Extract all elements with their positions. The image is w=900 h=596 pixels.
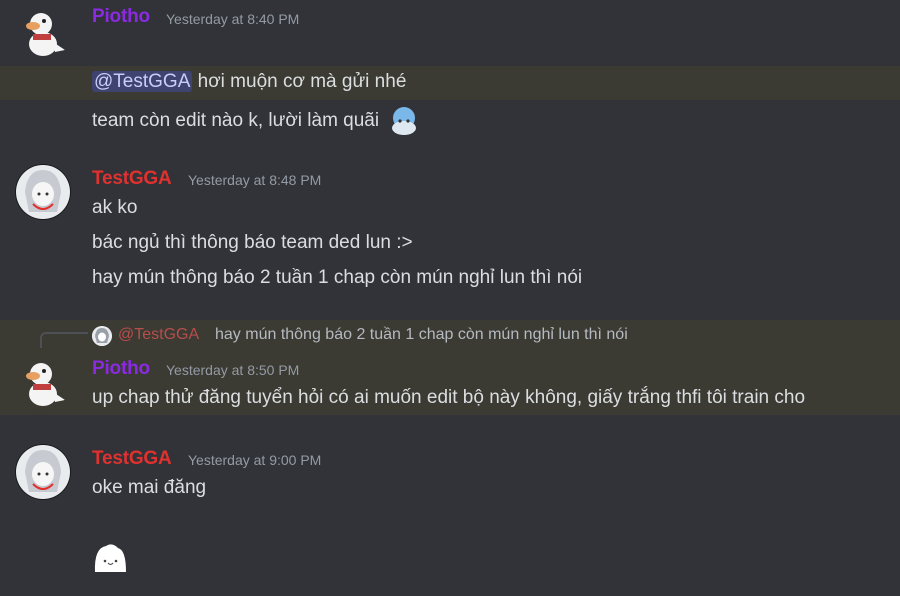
reply-connector <box>40 332 88 348</box>
blob-sticker-icon[interactable] <box>92 542 128 574</box>
avatar[interactable] <box>15 444 71 500</box>
reply-preview-text[interactable]: hay mún thông báo 2 tuần 1 chap còn mún … <box>215 326 628 344</box>
message-text: ak ko <box>92 197 138 218</box>
avatar[interactable] <box>15 4 71 60</box>
author-name[interactable]: Piotho <box>92 6 150 28</box>
message-text: hay mún thông báo 2 tuần 1 chap còn mún … <box>92 267 583 288</box>
message-text: @TestGGA hơi muộn cơ mà gửi nhé <box>92 71 406 93</box>
message-text-content: team còn edit nào k, lười làm quãi <box>92 110 380 132</box>
message-timestamp[interactable]: Yesterday at 8:50 PM <box>166 362 299 378</box>
reply-author[interactable]: @TestGGA <box>118 326 199 344</box>
author-name[interactable]: TestGGA <box>92 168 172 190</box>
author-name[interactable]: Piotho <box>92 358 150 380</box>
message-text: bác ngủ thì thông báo team ded lun :> <box>92 232 413 253</box>
message-timestamp[interactable]: Yesterday at 9:00 PM <box>188 452 321 468</box>
avatar[interactable] <box>15 164 71 220</box>
message-timestamp[interactable]: Yesterday at 8:48 PM <box>188 172 321 188</box>
message-timestamp[interactable]: Yesterday at 8:40 PM <box>166 11 299 27</box>
avatar[interactable] <box>15 354 71 410</box>
message-text: oke mai đăng <box>92 477 207 498</box>
reply-avatar[interactable] <box>92 326 112 346</box>
user-mention[interactable]: @TestGGA <box>92 71 193 92</box>
message-text-content: hơi muộn cơ mà gửi nhé <box>192 71 407 92</box>
author-name[interactable]: TestGGA <box>92 448 172 470</box>
emoji-icon[interactable] <box>388 106 420 136</box>
message-text: up chap thử đăng tuyển hỏi có ai muốn ed… <box>92 387 806 408</box>
message-text: team còn edit nào k, lười làm quãi <box>92 106 420 136</box>
